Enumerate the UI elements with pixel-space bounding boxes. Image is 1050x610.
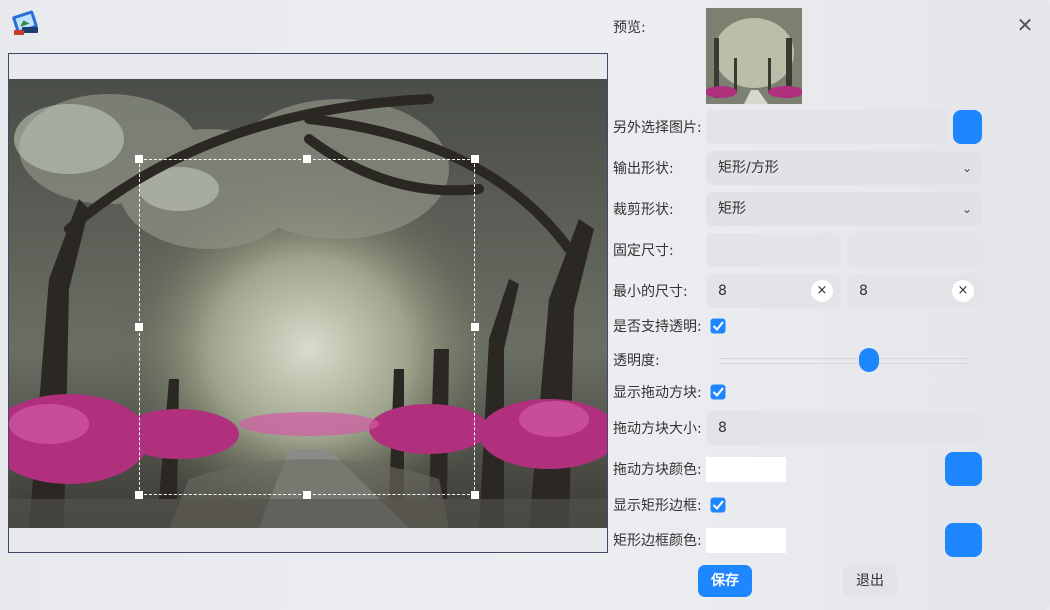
transparency-slider-track[interactable] bbox=[720, 358, 970, 364]
show-handles-label: 显示拖动方块: bbox=[613, 385, 702, 401]
fixed-height-input[interactable] bbox=[847, 233, 982, 267]
crop-selection[interactable] bbox=[139, 159, 475, 495]
handle-color-swatch bbox=[706, 457, 786, 482]
handle-size-label: 拖动方块大小: bbox=[613, 421, 702, 437]
crop-shape-value: 矩形 bbox=[718, 201, 746, 217]
crop-shape-select[interactable]: 矩形 ⌄ bbox=[706, 192, 982, 226]
chevron-down-icon: ⌄ bbox=[961, 161, 972, 175]
app-icon bbox=[10, 10, 40, 38]
image-path-input[interactable] bbox=[706, 110, 947, 144]
drag-handle[interactable] bbox=[303, 491, 311, 499]
min-size-label: 最小的尺寸: bbox=[613, 284, 688, 300]
handle-color-label: 拖动方块颜色: bbox=[613, 462, 702, 478]
show-handles-checkbox[interactable] bbox=[710, 384, 726, 400]
border-color-button[interactable] bbox=[945, 523, 982, 557]
output-shape-value: 矩形/方形 bbox=[718, 160, 779, 176]
crop-shape-label: 裁剪形状: bbox=[613, 202, 674, 218]
transparency-support-checkbox[interactable] bbox=[710, 318, 726, 334]
preview-image bbox=[706, 8, 802, 104]
drag-handle[interactable] bbox=[135, 491, 143, 499]
drag-handle[interactable] bbox=[471, 155, 479, 163]
choose-image-label: 另外选择图片: bbox=[613, 120, 702, 136]
output-shape-select[interactable]: 矩形/方形 ⌄ bbox=[706, 151, 982, 185]
preview-label: 预览: bbox=[613, 20, 646, 36]
transparency-label: 透明度: bbox=[613, 353, 660, 369]
drag-handle[interactable] bbox=[135, 155, 143, 163]
handle-color-button[interactable] bbox=[945, 452, 982, 486]
crop-canvas[interactable] bbox=[8, 53, 608, 553]
show-border-label: 显示矩形边框: bbox=[613, 498, 702, 514]
transparency-slider-thumb[interactable] bbox=[859, 348, 879, 372]
border-color-swatch bbox=[706, 528, 786, 553]
clear-icon[interactable]: × bbox=[952, 280, 974, 302]
drag-handle[interactable] bbox=[303, 155, 311, 163]
drag-handle[interactable] bbox=[471, 491, 479, 499]
show-border-checkbox[interactable] bbox=[710, 497, 726, 513]
fixed-size-label: 固定尺寸: bbox=[613, 243, 674, 259]
transparency-support-label: 是否支持透明: bbox=[613, 319, 702, 335]
quit-button[interactable]: 退出 bbox=[843, 565, 897, 597]
fixed-width-input[interactable] bbox=[706, 233, 841, 267]
source-image bbox=[9, 79, 607, 528]
crop-dialog: ✕ 预览: 另外选择图片: 输出形状: 矩形/方形 ⌄ 裁剪形状: 矩形 ⌄ 固… bbox=[0, 0, 1050, 610]
browse-button[interactable] bbox=[953, 110, 982, 144]
save-button[interactable]: 保存 bbox=[698, 565, 752, 597]
drag-handle[interactable] bbox=[471, 323, 479, 331]
handle-size-input[interactable]: 8 bbox=[706, 411, 982, 445]
clear-icon[interactable]: × bbox=[811, 280, 833, 302]
border-color-label: 矩形边框颜色: bbox=[613, 533, 702, 549]
chevron-down-icon: ⌄ bbox=[961, 202, 972, 216]
drag-handle[interactable] bbox=[135, 323, 143, 331]
output-shape-label: 输出形状: bbox=[613, 161, 674, 177]
close-icon[interactable]: ✕ bbox=[1014, 14, 1036, 36]
